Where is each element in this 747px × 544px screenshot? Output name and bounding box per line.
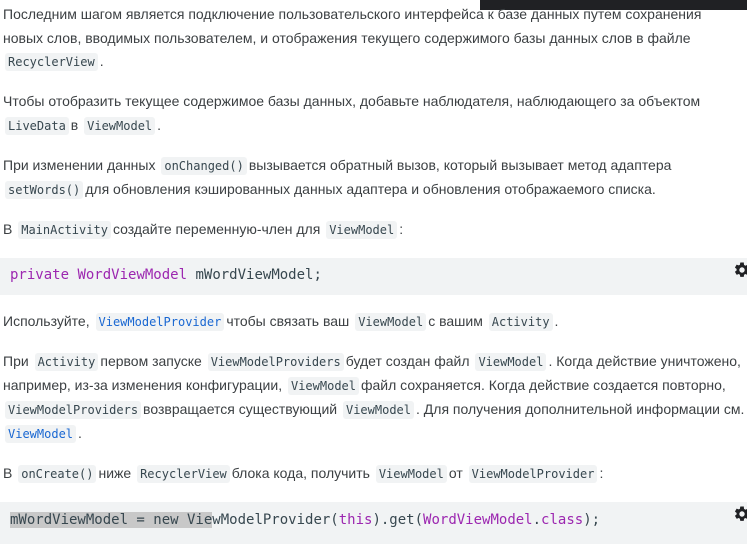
paragraph-2-line-2: LiveData в ViewModel.	[3, 115, 161, 135]
link-viewmodel[interactable]: ViewModel	[5, 425, 77, 443]
paragraph-5-line-1: Используйте, ViewModelProvider чтобы связ…	[3, 313, 559, 331]
code-livedata: LiveData	[5, 117, 69, 135]
code-block-1: private WordViewModel mWordViewModel;	[0, 258, 747, 295]
paragraph-6-line-4: ViewModel.	[3, 423, 82, 443]
code-recyclerview-2: RecyclerView	[137, 465, 230, 483]
selected-code-text: mWordViewModel = new Vie	[10, 512, 213, 528]
code-viewmodel: ViewModel	[84, 117, 156, 135]
code-activity: Activity	[488, 313, 553, 331]
code-viewmodel-4: ViewModel	[475, 353, 547, 371]
paragraph-3-line-1: При изменении данных onChanged() вызывает…	[3, 157, 672, 175]
paragraph-1-text-2: новых слов, вводимых пользователем, и от…	[3, 30, 691, 46]
code-setwords: setWords()	[5, 181, 84, 199]
code-activity-2: Activity	[34, 353, 99, 371]
paragraph-1-line-3: RecyclerView.	[3, 51, 104, 71]
code-line-1: private WordViewModel mWordViewModel;	[10, 267, 322, 283]
code-viewmodel-7: ViewModel	[375, 465, 447, 483]
code-viewmodelproviders: ViewModelProviders	[207, 353, 344, 371]
code-viewmodel-2: ViewModel	[326, 221, 398, 239]
code-onchanged: onChanged()	[161, 157, 247, 175]
code-line-2[interactable]: mWordViewModel = new ViewModelProvider(t…	[10, 512, 600, 528]
code-viewmodelprovider: ViewModelProvider	[468, 465, 598, 483]
paragraph-4-line-1: В MainActivity создайте переменную-член д…	[3, 221, 404, 239]
code-block-2: mWordViewModel = new ViewModelProvider(t…	[0, 502, 747, 544]
paragraph-2-line-1: Чтобы отобразить текущее содержимое базы…	[3, 93, 701, 109]
code-mainactivity: MainActivity	[18, 221, 111, 239]
code-viewmodel-6: ViewModel	[342, 401, 415, 419]
gear-icon[interactable]	[733, 261, 747, 279]
code-viewmodel-3: ViewModel	[355, 313, 427, 331]
code-viewmodel-5: ViewModel	[287, 377, 359, 395]
code-oncreate: onCreate()	[18, 465, 97, 483]
paragraph-1-text: Последним шагом является подключение пол…	[3, 6, 702, 22]
paragraph-1-line-1: Последним шагом является подключение пол…	[3, 4, 701, 24]
code-recyclerview: RecyclerView	[5, 53, 98, 71]
paragraph-7-line-1: В onCreate() ниже RecyclerView блока кода,…	[3, 465, 604, 483]
paragraph-1-line-2: новых слов, вводимых пользователем, и от…	[3, 28, 691, 48]
link-viewmodelprovider[interactable]: ViewModelProvider	[95, 313, 225, 331]
paragraph-6-line-2: например, из-за изменения конфигурации, …	[3, 377, 726, 395]
paragraph-6-line-1: При Activity первом запуске ViewModelProv…	[3, 353, 741, 371]
paragraph-3-line-2: setWords() для обновления кэшированных да…	[3, 179, 656, 199]
gear-icon[interactable]	[733, 505, 747, 523]
paragraph-6-line-3: ViewModelProviders возвращается существую…	[3, 399, 744, 419]
code-viewmodelproviders-2: ViewModelProviders	[5, 401, 142, 419]
